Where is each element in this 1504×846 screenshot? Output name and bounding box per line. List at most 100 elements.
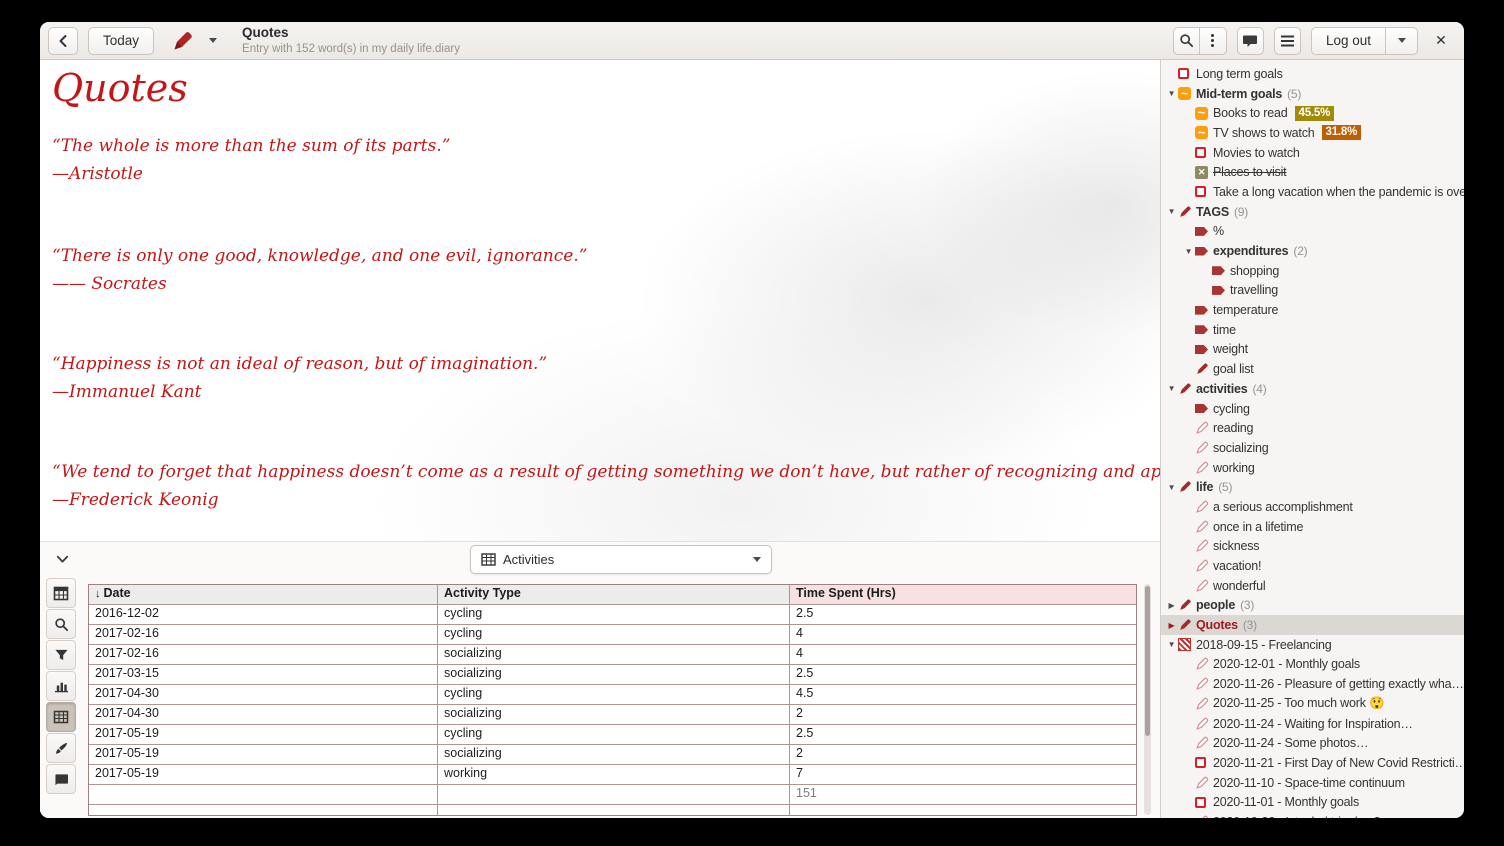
table-cell[interactable]	[89, 785, 438, 805]
sidebar-item[interactable]: Long term goals	[1161, 64, 1464, 84]
table-cell[interactable]: 2017-05-19	[89, 725, 438, 745]
sidebar-item[interactable]: weight	[1161, 340, 1464, 360]
table-cell[interactable]: 2017-04-30	[89, 705, 438, 725]
sidebar-item[interactable]: 2020-11-26 - Pleasure of getting exactly…	[1161, 674, 1464, 694]
table-cell[interactable]: 4	[790, 625, 1136, 645]
sidebar-item[interactable]: reading	[1161, 418, 1464, 438]
sidebar-item[interactable]: time	[1161, 320, 1464, 340]
calendar-view-tool-button[interactable]	[46, 578, 76, 608]
table-cell[interactable]: 151	[790, 785, 1136, 805]
today-button[interactable]: Today	[88, 27, 154, 55]
sidebar-item[interactable]: ▼life(5)	[1161, 477, 1464, 497]
table-cell[interactable]	[438, 785, 790, 805]
search-tool-button[interactable]	[46, 609, 76, 639]
sidebar-item[interactable]: ~TV shows to watch31.8%	[1161, 123, 1464, 143]
sidebar-item[interactable]: 2020-11-24 - Waiting for Inspiration…	[1161, 714, 1464, 734]
table-cell[interactable]: cycling	[438, 685, 790, 705]
expander-open-icon[interactable]: ▼	[1165, 640, 1178, 649]
expander-open-icon[interactable]: ▼	[1182, 247, 1195, 256]
checkbox-unchecked-icon[interactable]	[1195, 186, 1206, 197]
table-cell[interactable]: 2.5	[790, 725, 1136, 745]
view-selector-dropdown[interactable]: Activities	[470, 545, 772, 574]
column-header[interactable]: Activity Type	[438, 585, 790, 605]
checkbox-crossed-icon[interactable]: ✕	[1195, 166, 1208, 179]
edit-mode-dropdown[interactable]	[202, 27, 224, 55]
expander-closed-icon[interactable]: ▶	[1165, 601, 1178, 610]
table-cell[interactable]: 2017-03-15	[89, 665, 438, 685]
table-cell[interactable]: 2	[790, 745, 1136, 765]
sidebar-item[interactable]: 2020-10-28 - Istanbul trip day 3	[1161, 812, 1464, 818]
expander-open-icon[interactable]: ▼	[1165, 89, 1178, 98]
flag-tool-button[interactable]	[46, 764, 76, 794]
chart-tool-button[interactable]	[46, 671, 76, 701]
diary-entry-editor[interactable]: Quotes “The whole is more than the sum o…	[40, 60, 1160, 541]
sidebar-item[interactable]: 2020-11-24 - Some photos…	[1161, 733, 1464, 753]
column-header[interactable]: ↓Date	[89, 585, 438, 605]
sidebar-item[interactable]: shopping	[1161, 261, 1464, 281]
sidebar-item[interactable]: a serious accomplishment	[1161, 497, 1464, 517]
sidebar-item[interactable]: 2020-11-01 - Monthly goals	[1161, 792, 1464, 812]
filter-tool-button[interactable]	[46, 640, 76, 670]
table-cell[interactable]	[89, 805, 438, 815]
sidebar-item[interactable]: Movies to watch	[1161, 143, 1464, 163]
sidebar-item[interactable]: socializing	[1161, 438, 1464, 458]
table-scrollbar[interactable]	[1144, 584, 1151, 815]
expander-open-icon[interactable]: ▼	[1165, 384, 1178, 393]
sidebar-item[interactable]: ▼TAGS(9)	[1161, 202, 1464, 222]
sidebar-item[interactable]: working	[1161, 458, 1464, 478]
edit-pencil-button[interactable]	[166, 27, 200, 55]
table-cell[interactable]: 4.5	[790, 685, 1136, 705]
panel-collapse-button[interactable]	[52, 550, 72, 568]
scrollbar-thumb[interactable]	[1145, 586, 1150, 736]
expander-open-icon[interactable]: ▼	[1165, 207, 1178, 216]
table-cell[interactable]: 2017-05-19	[89, 745, 438, 765]
brush-tool-button[interactable]	[46, 733, 76, 763]
table-cell[interactable]: 2017-02-16	[89, 625, 438, 645]
sidebar-item[interactable]: ▶Quotes(3)	[1161, 615, 1464, 635]
annotations-button[interactable]	[1237, 27, 1264, 55]
search-button[interactable]	[1173, 27, 1200, 55]
table-cell[interactable]: socializing	[438, 745, 790, 765]
checkbox-unchecked-icon[interactable]	[1195, 797, 1206, 808]
table-cell[interactable]: 7	[790, 765, 1136, 785]
checkbox-unchecked-icon[interactable]	[1178, 68, 1189, 79]
sidebar-item[interactable]: ▶people(3)	[1161, 596, 1464, 616]
table-cell[interactable]: 2017-02-16	[89, 645, 438, 665]
sidebar-item[interactable]: cycling	[1161, 399, 1464, 419]
table-cell[interactable]: 4	[790, 645, 1136, 665]
table-cell[interactable]: 2.5	[790, 605, 1136, 625]
table-cell[interactable]	[790, 805, 1136, 815]
table-cell[interactable]	[438, 805, 790, 815]
table-cell[interactable]: cycling	[438, 605, 790, 625]
table-cell[interactable]: cycling	[438, 625, 790, 645]
table-cell[interactable]: socializing	[438, 665, 790, 685]
table-cell[interactable]: 2017-05-19	[89, 765, 438, 785]
table-view-tool-button[interactable]	[46, 702, 76, 732]
sidebar-item[interactable]: %	[1161, 222, 1464, 242]
sidebar-item[interactable]: ~Books to read45.5%	[1161, 103, 1464, 123]
table-cell[interactable]: 2	[790, 705, 1136, 725]
sidebar-item[interactable]: travelling	[1161, 281, 1464, 301]
sidebar-item[interactable]: goal list	[1161, 359, 1464, 379]
sidebar-item[interactable]: ✕Places to visit	[1161, 162, 1464, 182]
table-cell[interactable]: cycling	[438, 725, 790, 745]
column-header[interactable]: Time Spent (Hrs)	[790, 585, 1136, 605]
table-cell[interactable]: 2017-04-30	[89, 685, 438, 705]
checkbox-unchecked-icon[interactable]	[1195, 147, 1206, 158]
expander-closed-icon[interactable]: ▶	[1165, 621, 1178, 630]
sidebar-item[interactable]: 2020-11-25 - Too much work 😲	[1161, 694, 1464, 714]
main-menu-button[interactable]	[1274, 27, 1301, 55]
more-options-button[interactable]	[1200, 27, 1227, 55]
table-cell[interactable]: working	[438, 765, 790, 785]
table-cell[interactable]: socializing	[438, 645, 790, 665]
logout-dropdown-button[interactable]	[1386, 27, 1418, 55]
sidebar-item[interactable]: temperature	[1161, 300, 1464, 320]
sidebar-item[interactable]: Take a long vacation when the pandemic i…	[1161, 182, 1464, 202]
sidebar-item[interactable]: vacation!	[1161, 556, 1464, 576]
back-button[interactable]	[48, 27, 78, 55]
sidebar-item[interactable]: 2020-11-21 - First Day of New Covid Rest…	[1161, 753, 1464, 773]
logout-button[interactable]: Log out	[1311, 27, 1386, 55]
sidebar-item[interactable]: ▼2018-09-15 - Freelancing	[1161, 635, 1464, 655]
close-window-button[interactable]: ✕	[1426, 27, 1456, 55]
table-cell[interactable]: 2.5	[790, 665, 1136, 685]
